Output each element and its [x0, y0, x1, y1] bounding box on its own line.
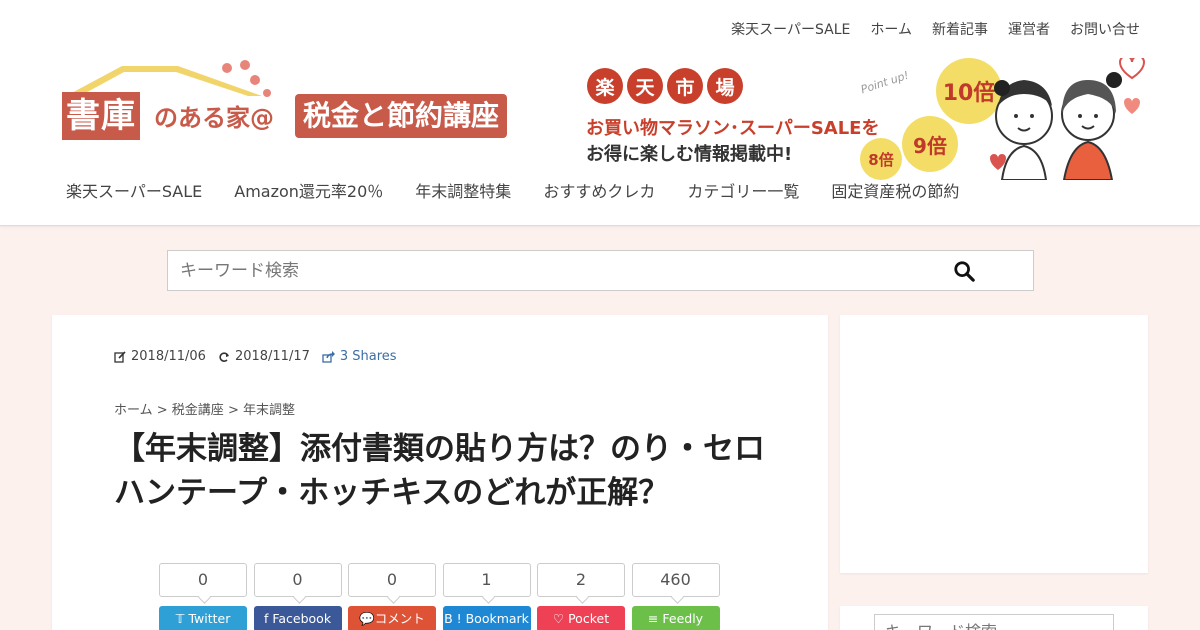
logo-text-shoko: 書庫 — [62, 92, 140, 140]
refresh-icon — [219, 351, 229, 362]
sidebar-ad-area — [840, 315, 1148, 573]
comment-count: 0 — [348, 563, 436, 597]
rakuten-sale-banner[interactable]: 楽 天 市 場 お買い物マラソン･スーパーSALEを お得に楽しむ情報掲載中! … — [584, 58, 1152, 180]
comment-icon: 💬 — [359, 611, 375, 626]
share-feedly: 460 ≡ Feedly — [631, 563, 720, 630]
article-title: 【年末調整】添付書類の貼り方は？のり・セロハンテープ・ホッチキスのどれが正解？ — [114, 431, 765, 511]
rakuten-badge-4: 場 — [707, 68, 743, 104]
share-comment: 0 💬コメント — [348, 563, 436, 630]
nav-year-end-adjustment[interactable]: 年末調整特集 — [415, 180, 511, 204]
top-nav-operator[interactable]: 運営者 — [1008, 20, 1050, 40]
banner-line-2: お得に楽しむ情報掲載中! — [586, 144, 793, 165]
nav-recommended-cards[interactable]: おすすめクレカ — [543, 180, 655, 204]
updated-date-text: 2018/11/17 — [234, 349, 310, 364]
edit-icon — [114, 350, 126, 363]
twitter-label: Twitter — [188, 611, 231, 626]
nav-property-tax[interactable]: 固定資産税の節約 — [831, 180, 959, 204]
rakuten-badge-2: 天 — [627, 68, 663, 104]
top-nav-rakuten-sale[interactable]: 楽天スーパーSALE — [731, 20, 850, 40]
share-twitter: 0 𝕋 Twitter — [159, 563, 247, 630]
breadcrumb-home[interactable]: ホーム — [114, 403, 153, 418]
article-meta: 2018/11/06 2018/11/17 3 Shares — [114, 349, 409, 364]
facebook-count: 0 — [253, 563, 342, 597]
sidebar-search-widget: キーワード検索 — [840, 606, 1148, 630]
share-facebook: 0 f Facebook — [253, 563, 342, 630]
hatena-label: B ! Bookmark — [444, 611, 529, 626]
hatena-count: 1 — [442, 563, 531, 597]
rss-icon: ≡ — [647, 611, 659, 626]
search-input[interactable] — [168, 251, 928, 290]
nav-rakuten-sale[interactable]: 楽天スーパーSALE — [66, 180, 202, 204]
header-search — [167, 250, 1034, 291]
comment-button[interactable]: 💬コメント — [348, 606, 436, 630]
site-logo[interactable]: 書庫 のある家@ 税金と節約講座 — [62, 58, 552, 148]
facebook-button[interactable]: f Facebook — [253, 606, 342, 630]
share-count-text: 3 Shares — [339, 349, 397, 364]
share-buttons: 0 𝕋 Twitter 0 f Facebook 0 💬コメント 1 B ! B… — [159, 563, 726, 630]
nav-amazon-rate[interactable]: Amazon還元率20％ — [234, 180, 383, 204]
rakuten-ichiba-badges: 楽 天 市 場 — [587, 68, 743, 104]
comment-label: コメント — [374, 611, 425, 626]
breadcrumb-year-end[interactable]: 年末調整 — [243, 403, 295, 418]
sidebar-search-input[interactable]: キーワード検索 — [874, 614, 1114, 630]
top-nav: 楽天スーパーSALE ホーム 新着記事 運営者 お問い合せ — [711, 20, 1140, 40]
share-hatena: 1 B ! Bookmark — [442, 563, 531, 630]
logo-text-tax: 税金と節約講座 — [295, 94, 508, 138]
share-icon — [322, 350, 335, 363]
updated-date: 2018/11/17 — [218, 349, 310, 364]
search-icon[interactable] — [953, 260, 975, 282]
point-up-label: Point up! — [859, 68, 911, 97]
published-date-text: 2018/11/06 — [131, 349, 206, 364]
published-date: 2018/11/06 — [114, 349, 206, 364]
twitter-button[interactable]: 𝕋 Twitter — [159, 606, 247, 630]
breadcrumb: ホーム > 税金講座 > 年末調整 — [114, 403, 295, 418]
share-count[interactable]: 3 Shares — [322, 349, 397, 364]
rakuten-badge-1: 楽 — [587, 68, 623, 104]
twitter-count: 0 — [159, 563, 247, 597]
breadcrumb-tax[interactable]: 税金講座 — [172, 403, 224, 418]
top-nav-contact[interactable]: お問い合せ — [1070, 20, 1140, 40]
top-nav-new-posts[interactable]: 新着記事 — [932, 20, 988, 40]
nav-category-list[interactable]: カテゴリー一覧 — [687, 180, 799, 204]
banner-line-1: お買い物マラソン･スーパーSALEを — [586, 118, 880, 139]
pocket-count: 2 — [537, 563, 625, 597]
couple-illustration-icon — [990, 58, 1146, 180]
badge-9x: 9倍 — [902, 116, 958, 172]
feedly-count: 460 — [631, 563, 720, 597]
article-card: 2018/11/06 2018/11/17 3 Shares ホーム > 税金講… — [52, 315, 828, 630]
rakuten-badge-3: 市 — [667, 68, 703, 104]
twitter-icon: 𝕋 — [175, 611, 185, 626]
pocket-icon: ♡ — [552, 611, 565, 626]
site-header: 楽天スーパーSALE ホーム 新着記事 運営者 お問い合せ 書庫 のある家@ 税… — [0, 0, 1200, 226]
hatena-bookmark-button[interactable]: B ! Bookmark — [442, 606, 531, 630]
pocket-label: Pocket — [568, 611, 610, 626]
share-pocket: 2 ♡ Pocket — [537, 563, 625, 630]
feedly-label: Feedly — [662, 611, 704, 626]
facebook-label: Facebook — [272, 611, 332, 626]
main-nav: 楽天スーパーSALE Amazon還元率20％ 年末調整特集 おすすめクレカ カ… — [66, 180, 991, 204]
top-nav-home[interactable]: ホーム — [870, 20, 912, 40]
facebook-icon: f — [263, 611, 269, 626]
badge-8x: 8倍 — [860, 138, 902, 180]
pocket-button[interactable]: ♡ Pocket — [537, 606, 625, 630]
logo-text-middle: のある家@ — [154, 104, 274, 132]
feedly-button[interactable]: ≡ Feedly — [631, 606, 720, 630]
